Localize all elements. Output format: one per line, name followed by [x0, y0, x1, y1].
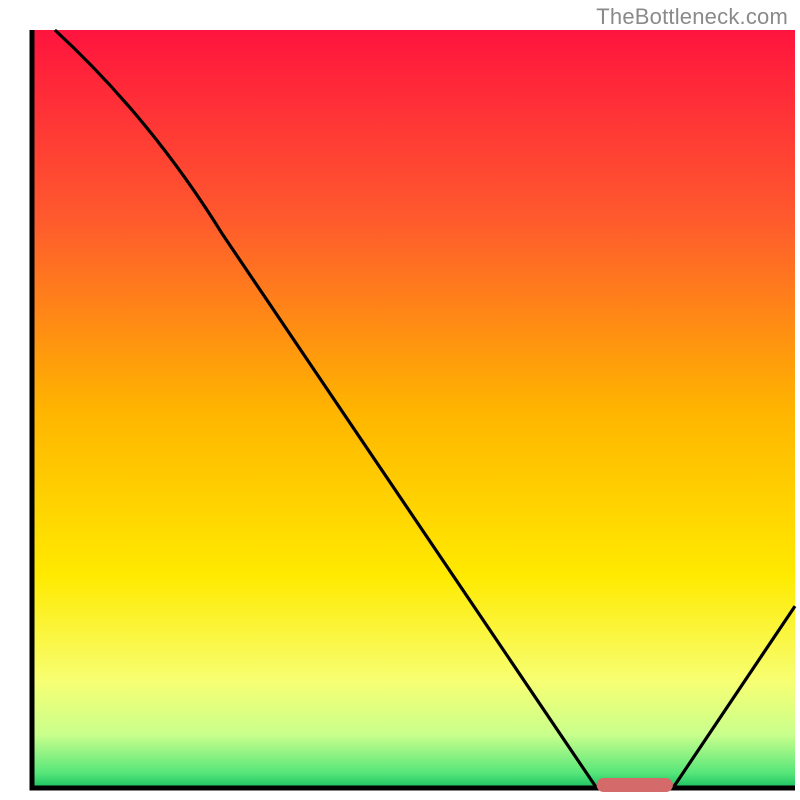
- chart-canvas: [0, 0, 800, 800]
- bottleneck-chart: [0, 0, 800, 800]
- optimal-marker: [597, 778, 673, 792]
- chart-background: [32, 30, 795, 788]
